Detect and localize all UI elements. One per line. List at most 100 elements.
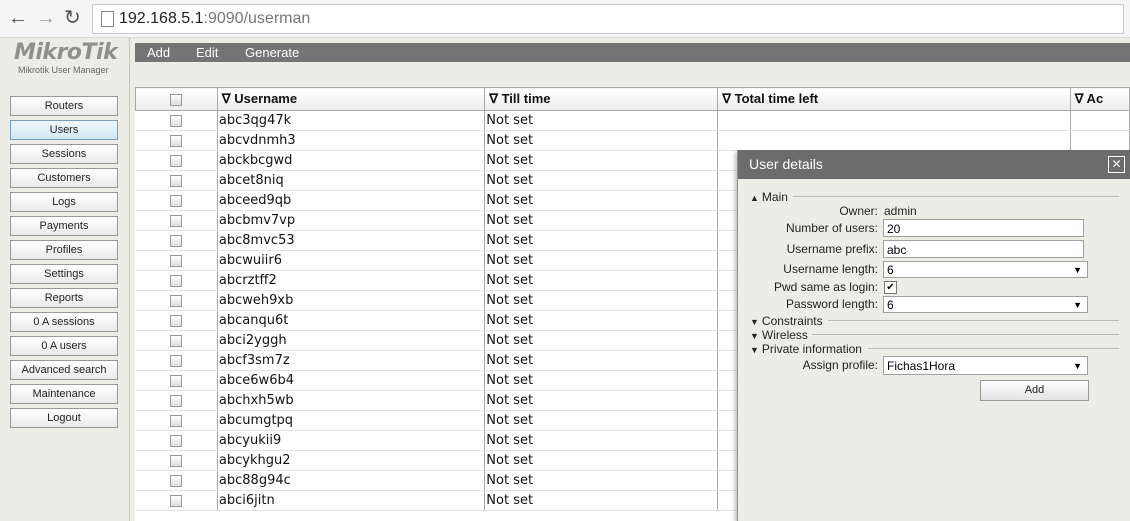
row-checkbox[interactable] bbox=[135, 470, 218, 491]
section-main[interactable]: ▲ Main bbox=[750, 190, 788, 204]
username-length-label: Username length: bbox=[783, 262, 878, 276]
pwd-same-as-login-checkbox[interactable]: ✔ bbox=[884, 281, 897, 294]
sidebar-item-settings[interactable]: Settings bbox=[10, 264, 118, 284]
row-checkbox[interactable] bbox=[135, 270, 218, 291]
total-time-left-cell bbox=[717, 130, 1071, 151]
column-till-time[interactable]: ∇ Till time bbox=[484, 87, 719, 111]
section-wireless[interactable]: ▼ Wireless bbox=[750, 328, 808, 342]
checkbox-icon bbox=[170, 174, 183, 187]
row-checkbox[interactable] bbox=[135, 390, 218, 411]
username-cell: abcvdnmh3 bbox=[217, 130, 486, 151]
sidebar-item-maintenance[interactable]: Maintenance bbox=[10, 384, 118, 404]
back-arrow-icon[interactable]: ← bbox=[8, 6, 28, 30]
action-toolbar: Add Edit Generate bbox=[135, 43, 1130, 62]
dropdown-arrow-icon: ▼ bbox=[1073, 361, 1082, 371]
sidebar-item-payments[interactable]: Payments bbox=[10, 216, 118, 236]
add-button[interactable]: Add bbox=[147, 43, 170, 62]
password-length-select[interactable]: 6 ▼ bbox=[883, 296, 1088, 313]
sidebar-item-logout[interactable]: Logout bbox=[10, 408, 118, 428]
select-all-checkbox[interactable] bbox=[135, 87, 218, 111]
checkbox-icon bbox=[170, 394, 183, 407]
row-checkbox[interactable] bbox=[135, 330, 218, 351]
close-icon[interactable]: ✕ bbox=[1108, 156, 1125, 173]
forward-arrow-icon[interactable]: → bbox=[36, 6, 56, 30]
edit-button[interactable]: Edit bbox=[196, 43, 218, 62]
till-time-cell: Not set bbox=[484, 250, 719, 271]
divider bbox=[828, 320, 1119, 321]
expand-triangle-icon: ▼ bbox=[750, 345, 759, 355]
checkbox-icon bbox=[170, 94, 183, 107]
checkbox-icon bbox=[170, 474, 183, 487]
dialog-add-button[interactable]: Add bbox=[980, 380, 1089, 401]
sidebar-item-logs[interactable]: Logs bbox=[10, 192, 118, 212]
dropdown-arrow-icon: ▼ bbox=[1073, 265, 1082, 275]
row-checkbox[interactable] bbox=[135, 410, 218, 431]
sidebar-item-profiles[interactable]: Profiles bbox=[10, 240, 118, 260]
row-checkbox[interactable] bbox=[135, 170, 218, 191]
table-row[interactable]: abc3qg47k Not set bbox=[135, 110, 1130, 131]
number-of-users-input[interactable]: 20 bbox=[883, 219, 1084, 237]
section-constraints[interactable]: ▼ Constraints bbox=[750, 314, 823, 328]
username-cell: abceed9qb bbox=[217, 190, 486, 211]
column-username[interactable]: ∇ Username bbox=[216, 87, 486, 111]
username-prefix-input[interactable]: abc bbox=[883, 240, 1084, 258]
row-checkbox[interactable] bbox=[135, 310, 218, 331]
row-checkbox[interactable] bbox=[135, 370, 218, 391]
row-checkbox[interactable] bbox=[135, 290, 218, 311]
reload-icon[interactable]: ↻ bbox=[64, 6, 81, 30]
assign-profile-select[interactable]: Fichas1Hora ▼ bbox=[883, 356, 1088, 375]
row-checkbox[interactable] bbox=[135, 150, 218, 171]
username-cell: abc88g94c bbox=[217, 470, 486, 491]
row-checkbox[interactable] bbox=[135, 250, 218, 271]
row-checkbox[interactable] bbox=[135, 130, 218, 151]
sidebar-item-customers[interactable]: Customers bbox=[10, 168, 118, 188]
generate-button[interactable]: Generate bbox=[245, 43, 299, 62]
checkbox-icon bbox=[170, 454, 183, 467]
collapse-triangle-icon: ▲ bbox=[750, 193, 759, 203]
mikrotik-logo: MikroTik bbox=[14, 40, 118, 65]
row-checkbox[interactable] bbox=[135, 490, 218, 511]
sidebar-item-reports[interactable]: Reports bbox=[10, 288, 118, 308]
divider bbox=[812, 334, 1119, 335]
till-time-cell: Not set bbox=[484, 350, 719, 371]
till-time-cell: Not set bbox=[484, 230, 719, 251]
column-total-time-left[interactable]: ∇ Total time left bbox=[717, 87, 1071, 111]
sidebar-item-0-a-users[interactable]: 0 A users bbox=[10, 336, 118, 356]
till-time-cell: Not set bbox=[484, 470, 719, 491]
username-cell: abcbmv7vp bbox=[217, 210, 486, 231]
sidebar-item-advanced-search[interactable]: Advanced search bbox=[10, 360, 118, 380]
url-text: 192.168.5.1:9090/userman bbox=[119, 10, 311, 27]
row-checkbox[interactable] bbox=[135, 230, 218, 251]
row-checkbox[interactable] bbox=[135, 210, 218, 231]
address-bar[interactable]: 192.168.5.1:9090/userman bbox=[92, 4, 1124, 34]
checkbox-icon bbox=[170, 374, 183, 387]
app-subtitle: Mikrotik User Manager bbox=[18, 65, 109, 75]
assign-profile-label: Assign profile: bbox=[802, 358, 878, 372]
user-details-dialog: User details ✕ ▲ Main Owner: admin Number… bbox=[737, 150, 1130, 521]
page-icon bbox=[101, 11, 114, 27]
checkbox-icon bbox=[170, 354, 183, 367]
row-checkbox[interactable] bbox=[135, 450, 218, 471]
column-actual[interactable]: ∇ Ac bbox=[1069, 87, 1130, 111]
expand-triangle-icon: ▼ bbox=[750, 317, 759, 327]
checkbox-icon bbox=[170, 214, 183, 227]
row-checkbox[interactable] bbox=[135, 110, 218, 131]
section-private-information[interactable]: ▼ Private information bbox=[750, 342, 862, 356]
table-row[interactable]: abcvdnmh3 Not set bbox=[135, 130, 1130, 151]
row-checkbox[interactable] bbox=[135, 190, 218, 211]
username-length-select[interactable]: 6 ▼ bbox=[883, 261, 1088, 278]
checkbox-icon bbox=[170, 334, 183, 347]
sidebar-item-users[interactable]: Users bbox=[10, 120, 118, 140]
username-cell: abcanqu6t bbox=[217, 310, 486, 331]
username-cell: abce6w6b4 bbox=[217, 370, 486, 391]
row-checkbox[interactable] bbox=[135, 430, 218, 451]
username-cell: abcf3sm7z bbox=[217, 350, 486, 371]
row-checkbox[interactable] bbox=[135, 350, 218, 371]
dialog-titlebar: User details ✕ bbox=[738, 150, 1130, 179]
password-length-label: Password length: bbox=[785, 297, 878, 311]
sidebar-item-sessions[interactable]: Sessions bbox=[10, 144, 118, 164]
username-cell: abcumgtpq bbox=[217, 410, 486, 431]
sidebar-item-routers[interactable]: Routers bbox=[10, 96, 118, 116]
sidebar-item-0-a-sessions[interactable]: 0 A sessions bbox=[10, 312, 118, 332]
username-prefix-label: Username prefix: bbox=[786, 242, 878, 256]
